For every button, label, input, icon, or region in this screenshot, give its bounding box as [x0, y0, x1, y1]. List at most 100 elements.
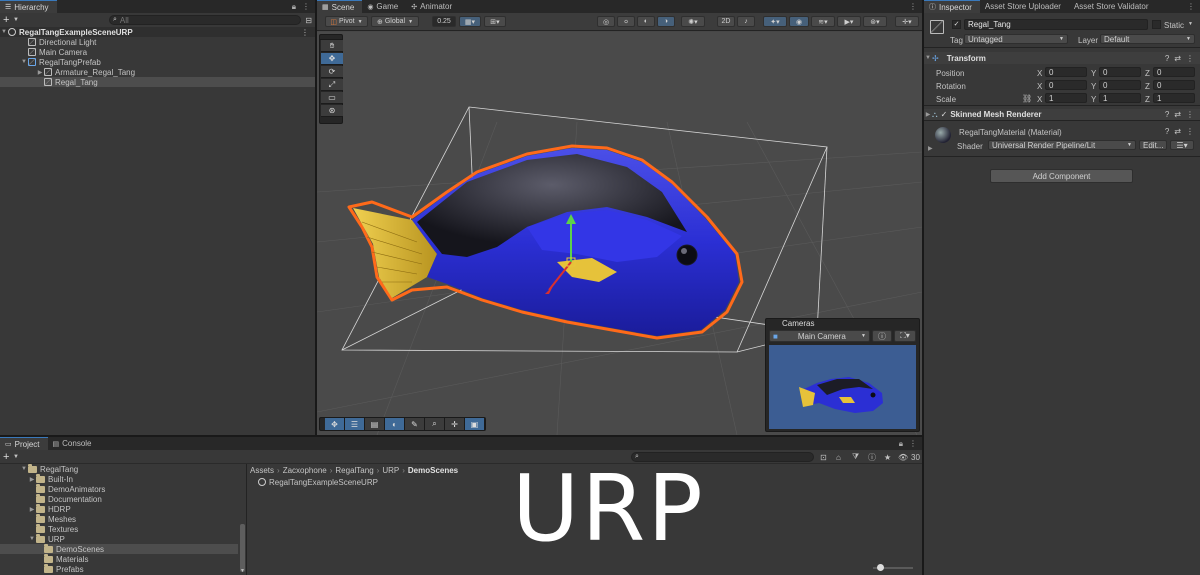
expand-arrow-icon[interactable]: ▼ [0, 29, 8, 35]
folder-item-built-in[interactable]: ▶ Built-In [0, 473, 246, 484]
folder-item-hdrp[interactable]: ▶ HDRP [0, 503, 246, 514]
folder-item-prefabs[interactable]: Prefabs [0, 563, 246, 574]
draw-mode-button[interactable]: ◎ [597, 16, 615, 27]
increment-snap-button[interactable]: ⊞▾ [484, 16, 506, 27]
collapse-arrow-icon[interactable]: ▶ [924, 111, 932, 118]
rotate-tool-button[interactable]: ⟳ [321, 66, 343, 78]
gizmos-button[interactable]: ⊛▾ [863, 16, 887, 27]
search-by-label-icon[interactable]: ⌂ [836, 453, 841, 462]
lock-icon[interactable]: 🔒︎ [292, 2, 296, 12]
expand-arrow-icon[interactable]: ▶ [928, 145, 933, 152]
shaded-button[interactable]: ⚪︎ [617, 16, 635, 27]
bone-select-tool-button[interactable]: ▤ [365, 418, 385, 430]
rect-tool-button[interactable]: ▭ [321, 92, 343, 104]
active-checkbox[interactable]: ✓ [952, 20, 961, 29]
grid-snap-button[interactable]: ▦▾ [459, 16, 481, 27]
shader-edit-button[interactable]: Edit... [1139, 140, 1167, 150]
audio-button[interactable]: ♪ [737, 16, 755, 27]
more-icon[interactable]: ⋮ [1186, 110, 1194, 119]
layers-button[interactable]: ≋▾ [811, 16, 835, 27]
tab-console[interactable]: ▤ Console [48, 437, 100, 450]
tab-animator[interactable]: ✣ Animator [406, 0, 460, 13]
filter-icon[interactable]: ⧩ [852, 452, 859, 462]
tab-inspector[interactable]: ⓘ Inspector [924, 0, 980, 13]
shaded-wireframe-button[interactable]: ◑ [657, 16, 675, 27]
camera-options-button[interactable]: ⛶▾ [894, 330, 916, 342]
folder-item-meshes[interactable]: Meshes [0, 513, 246, 524]
folder-item-urp[interactable]: ▼ URP [0, 533, 246, 544]
folder-item-documentation[interactable]: Documentation [0, 493, 246, 504]
expand-arrow-icon[interactable]: ▼ [924, 55, 932, 61]
shader-dropdown[interactable]: Universal Render Pipeline/Lit ▼ [988, 140, 1136, 150]
preset-icon[interactable]: ⇄ [1174, 110, 1181, 119]
scene-viewport[interactable]: ✋︎ ✥ ⟳ ⤢ ▭ ⊛ ✥ ☰ ▤ ◐ ✎ ⌕ ✛ ▣ Cameras ■ M… [317, 32, 922, 435]
lock-icon[interactable]: 🔒︎ [899, 439, 903, 449]
expand-arrow-icon[interactable]: ▼ [20, 466, 28, 472]
static-checkbox[interactable] [1152, 20, 1161, 29]
transform-tool-button[interactable]: ⊛ [321, 105, 343, 117]
folder-item-demoscenes[interactable]: DemoScenes [0, 543, 238, 554]
lighting-button[interactable]: ✺▾ [681, 16, 705, 27]
scene-row[interactable]: ▼ RegalTangExampleSceneURP ⋮ [0, 27, 315, 37]
more-icon[interactable]: ⋮ [909, 2, 917, 11]
object-name-field[interactable]: Regal_Tang [964, 19, 1148, 30]
hierarchy-item-prefab[interactable]: ▼ RegalTangPrefab [0, 57, 315, 67]
hierarchy-search-input[interactable]: ⌕ All [108, 15, 302, 25]
chevron-down-icon[interactable]: ▼ [13, 17, 19, 23]
chevron-down-icon[interactable]: ▼ [1188, 21, 1193, 27]
bone-capture-tool-button[interactable]: ▣ [465, 418, 485, 430]
constrain-proportions-icon[interactable]: ⛓︎ [1022, 94, 1032, 103]
tab-game[interactable]: ◉ Game [362, 0, 406, 13]
add-button[interactable]: + [3, 14, 13, 26]
help-icon[interactable]: ? [1165, 127, 1169, 136]
scale-y-field[interactable]: 1 [1099, 93, 1141, 103]
visibility-button[interactable]: ◉ [789, 16, 809, 27]
search-options-icon[interactable]: ⊟ [305, 16, 312, 25]
pivot-dropdown[interactable]: ◫ Pivot ▼ [325, 16, 368, 27]
global-dropdown[interactable]: ⊕ Global ▼ [371, 16, 419, 27]
rotation-y-field[interactable]: 0 [1099, 80, 1141, 90]
more-icon[interactable]: ⋮ [302, 2, 310, 11]
folder-item-regaltang[interactable]: ▼ RegalTang [0, 463, 246, 474]
hand-tool-button[interactable]: ✋︎ [321, 40, 343, 52]
collapse-arrow-icon[interactable]: ▶ [36, 69, 44, 76]
more-icon[interactable]: ⋮ [1187, 2, 1195, 11]
bone-center-tool-button[interactable]: ✛ [445, 418, 465, 430]
tree-scrollbar[interactable] [240, 524, 245, 572]
hierarchy-item-main-camera[interactable]: Main Camera [0, 47, 315, 57]
favorite-icon[interactable]: ★ [884, 453, 891, 462]
breadcrumb-item[interactable]: Assets [250, 466, 274, 475]
icon-size-slider[interactable] [873, 564, 913, 571]
breadcrumb-item-current[interactable]: DemoScenes [408, 466, 458, 475]
move-tool-button[interactable]: ✥ [321, 53, 343, 65]
file-item-scene[interactable]: RegalTangExampleSceneURP [258, 477, 378, 487]
position-y-field[interactable]: 0 [1099, 67, 1141, 77]
breadcrumb-item[interactable]: URP [382, 466, 399, 475]
bone-move-tool-button[interactable]: ✥ [325, 418, 345, 430]
shader-list-button[interactable]: ☰▾ [1170, 140, 1194, 150]
expand-arrow-icon[interactable]: ▼ [20, 59, 28, 65]
orientation-button[interactable]: ✛▾ [895, 16, 919, 27]
scale-x-field[interactable]: 1 [1045, 93, 1087, 103]
enabled-checkbox[interactable]: ✓ [941, 110, 948, 119]
layer-dropdown[interactable]: Default ▼ [1100, 34, 1195, 44]
bone-zoom-tool-button[interactable]: ⌕ [425, 418, 445, 430]
hierarchy-item-armature[interactable]: ▶ Armature_Regal_Tang [0, 67, 315, 77]
help-icon[interactable]: ? [1165, 54, 1169, 63]
hierarchy-item-directional-light[interactable]: Directional Light [0, 37, 315, 47]
collapse-arrow-icon[interactable]: ▶ [28, 476, 36, 483]
scroll-down-icon[interactable]: ▼ [240, 568, 245, 574]
more-icon[interactable]: ⋮ [1186, 54, 1194, 63]
search-by-type-icon[interactable]: ⊡ [820, 453, 827, 462]
rotation-x-field[interactable]: 0 [1045, 80, 1087, 90]
slider-handle[interactable] [877, 564, 884, 571]
scale-tool-button[interactable]: ⤢ [321, 79, 343, 91]
expand-arrow-icon[interactable]: ▼ [28, 536, 36, 542]
more-icon[interactable]: ⋮ [1186, 127, 1194, 136]
tab-asset-store-uploader[interactable]: Asset Store Uploader [980, 0, 1069, 13]
position-x-field[interactable]: 0 [1045, 67, 1087, 77]
collapse-arrow-icon[interactable]: ▶ [28, 506, 36, 513]
chevron-down-icon[interactable]: ▼ [13, 454, 19, 460]
more-icon[interactable]: ⋮ [909, 439, 917, 448]
bone-paint-tool-button[interactable]: ✎ [405, 418, 425, 430]
